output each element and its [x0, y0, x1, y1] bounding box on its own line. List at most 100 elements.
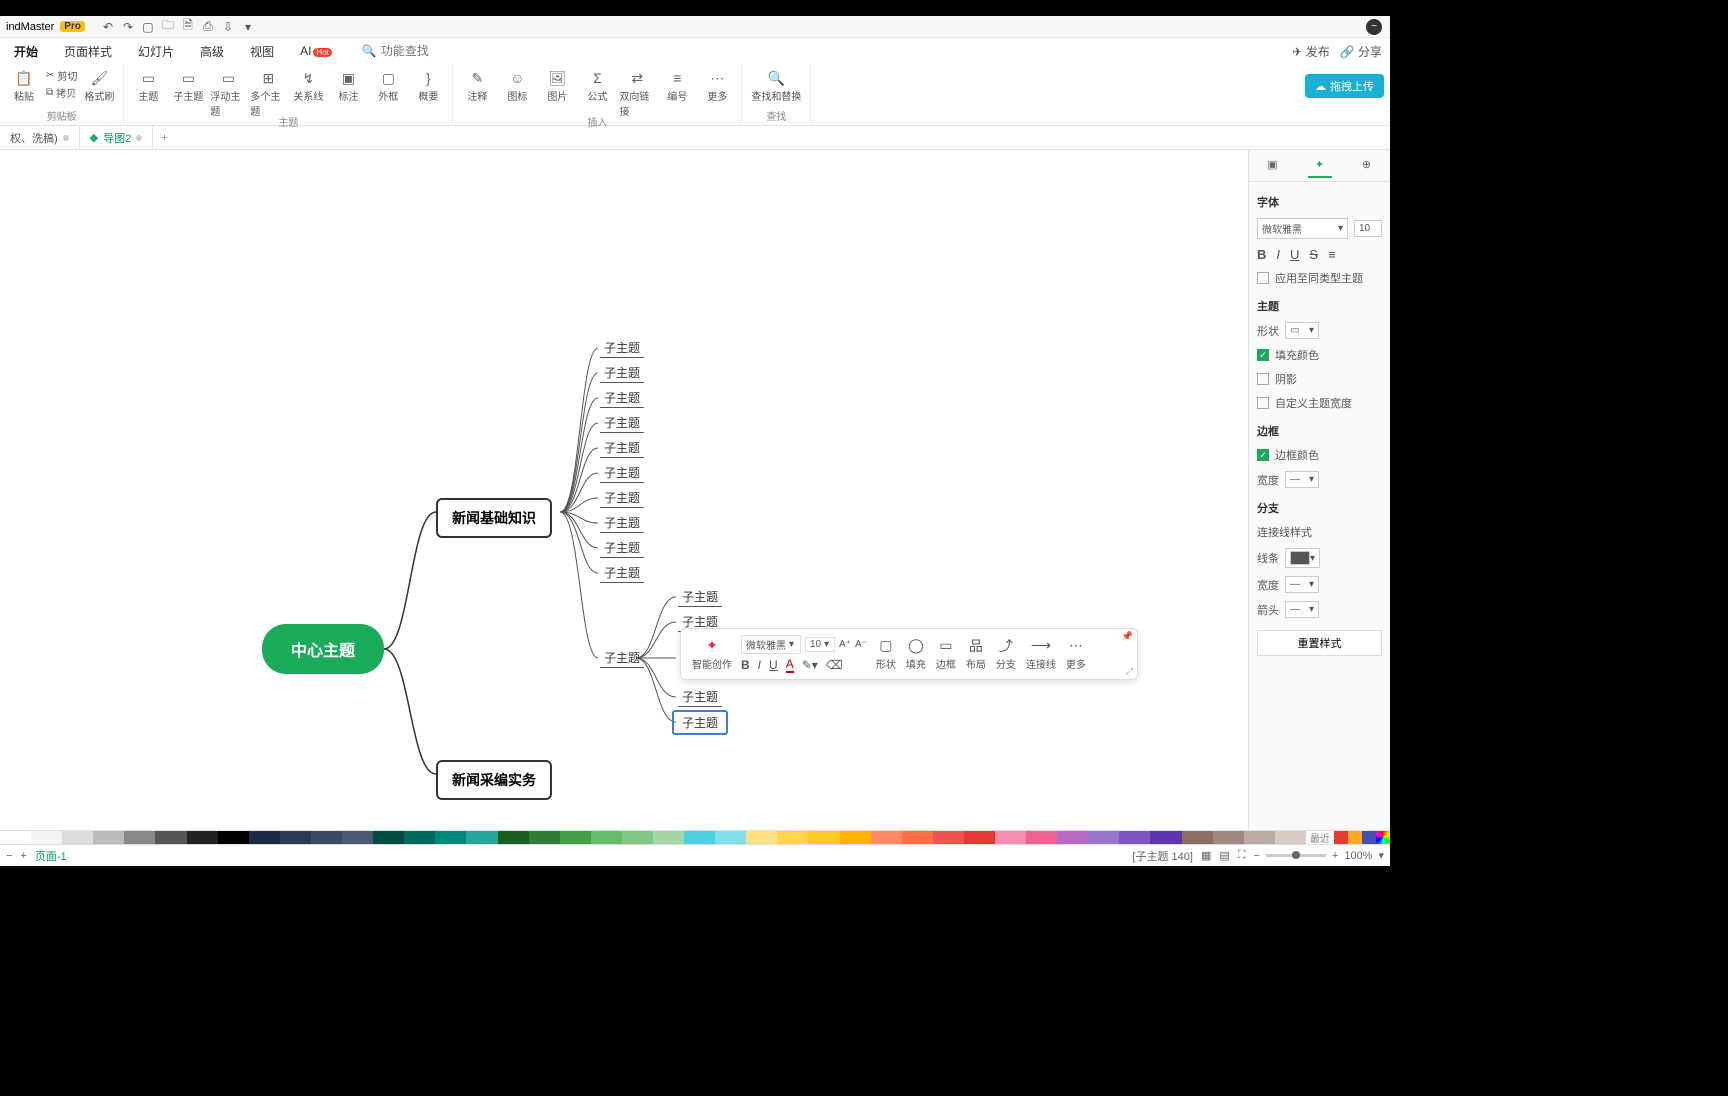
- prev-page-button[interactable]: −: [6, 850, 12, 862]
- share-button[interactable]: 🔗 分享: [1340, 43, 1382, 60]
- boundary-button[interactable]: ▢外框: [370, 68, 406, 103]
- shape-button[interactable]: ▢形状: [871, 629, 901, 679]
- multi-topic-button[interactable]: ⊞多个主题: [250, 68, 286, 118]
- border-color-check[interactable]: ✓: [1257, 449, 1269, 461]
- main-topic-1[interactable]: 新闻基础知识: [436, 498, 552, 538]
- tab-slides[interactable]: 幻灯片: [132, 41, 180, 62]
- panel-italic[interactable]: I: [1276, 247, 1280, 262]
- search-input[interactable]: [381, 44, 461, 58]
- zoom-dropdown-icon[interactable]: ▾: [1378, 849, 1384, 862]
- highlight-button[interactable]: ✎▾: [802, 658, 818, 672]
- find-replace-button[interactable]: 🔍查找和替换: [748, 68, 804, 103]
- font-shrink-button[interactable]: A⁻: [855, 639, 867, 650]
- upload-button[interactable]: ☁拖拽上传: [1305, 74, 1384, 98]
- export-icon[interactable]: ⇩: [219, 18, 237, 36]
- new-tab-button[interactable]: +: [153, 132, 175, 144]
- page-name[interactable]: 页面-1: [35, 848, 67, 864]
- connector-button[interactable]: ⟶连接线: [1021, 629, 1061, 679]
- zoom-out-button[interactable]: −: [1253, 850, 1259, 862]
- tab-start[interactable]: 开始: [8, 41, 44, 62]
- panel-font-select[interactable]: 微软雅黑▾: [1257, 218, 1348, 239]
- next-page-button[interactable]: +: [20, 850, 26, 862]
- more-insert-button[interactable]: ⋯更多: [699, 68, 735, 103]
- redo-icon[interactable]: ↷: [119, 18, 137, 36]
- font-select[interactable]: 微软雅黑▾: [741, 635, 801, 654]
- bold-button[interactable]: B: [741, 658, 750, 672]
- layout-button[interactable]: 品布局: [961, 629, 991, 679]
- zoom-slider[interactable]: [1266, 854, 1326, 857]
- panel-align[interactable]: ≡: [1328, 247, 1336, 262]
- subtopic[interactable]: 子主题: [600, 463, 644, 483]
- font-size-select[interactable]: 10▾: [805, 637, 835, 652]
- subtopic[interactable]: 子主题: [678, 687, 722, 707]
- tab-page-style[interactable]: 页面样式: [58, 41, 118, 62]
- cut-button[interactable]: ✂剪切: [46, 68, 77, 83]
- line-color-select[interactable]: ▾: [1285, 548, 1320, 568]
- subtopic[interactable]: 子主题: [600, 563, 644, 583]
- tab-view[interactable]: 视图: [244, 41, 280, 62]
- panel-bold[interactable]: B: [1257, 247, 1266, 262]
- new-icon[interactable]: ▢: [139, 18, 157, 36]
- zoom-value[interactable]: 100%: [1344, 850, 1372, 862]
- tab-advanced[interactable]: 高级: [194, 41, 230, 62]
- central-topic[interactable]: 中心主题: [262, 624, 384, 674]
- panel-tab-tag[interactable]: ⊕: [1355, 154, 1379, 178]
- expand-icon[interactable]: ⤢: [1126, 666, 1133, 677]
- subtopic[interactable]: 子主题: [600, 513, 644, 533]
- border-width-select[interactable]: —▾: [1285, 471, 1319, 488]
- number-button[interactable]: ≡编号: [659, 68, 695, 103]
- panel-tab-style[interactable]: ✦: [1308, 154, 1332, 178]
- border-button[interactable]: ▭边框: [931, 629, 961, 679]
- undo-icon[interactable]: ↶: [99, 18, 117, 36]
- subtopic-button[interactable]: ▭子主题: [170, 68, 206, 103]
- subtopic[interactable]: 子主题: [678, 587, 722, 607]
- doc-tab-1[interactable]: 权、洗稿): [0, 126, 80, 149]
- zoom-control[interactable]: − + 100% ▾: [1253, 849, 1384, 862]
- paste-button[interactable]: 📋粘贴: [6, 68, 42, 103]
- subtopic[interactable]: 子主题: [600, 538, 644, 558]
- save-icon[interactable]: 🗎: [179, 18, 197, 36]
- topic-button[interactable]: ▭主题: [130, 68, 166, 103]
- color-palette[interactable]: 最近: [0, 830, 1390, 844]
- shape-select[interactable]: ▭▾: [1285, 322, 1319, 339]
- font-color-button[interactable]: A: [786, 657, 794, 673]
- note-button[interactable]: ✎注释: [459, 68, 495, 103]
- zoom-in-button[interactable]: +: [1332, 850, 1338, 862]
- copy-button[interactable]: ⧉拷贝: [46, 85, 77, 100]
- panel-size-select[interactable]: 10: [1354, 220, 1382, 237]
- callout-button[interactable]: ▣标注: [330, 68, 366, 103]
- custom-width-check[interactable]: [1257, 397, 1269, 409]
- underline-button[interactable]: U: [769, 658, 778, 672]
- canvas[interactable]: 中心主题 新闻基础知识 新闻采编实务 子主题 子主题 子主题 子主题 子主题 子…: [0, 150, 1248, 830]
- italic-button[interactable]: I: [758, 658, 761, 672]
- format-painter-button[interactable]: 🖌格式刷: [81, 68, 117, 103]
- panel-strike[interactable]: S: [1309, 247, 1318, 262]
- fit-view-icon[interactable]: ⛶: [1238, 849, 1246, 862]
- outline-view-icon[interactable]: ▦: [1201, 849, 1211, 862]
- subtopic[interactable]: 子主题: [600, 363, 644, 383]
- qat-dropdown-icon[interactable]: ▾: [239, 18, 257, 36]
- tab-ai[interactable]: AIHot: [294, 42, 338, 60]
- subtopic[interactable]: 子主题: [600, 488, 644, 508]
- arrow-select[interactable]: —▾: [1285, 601, 1319, 618]
- summary-button[interactable]: }概要: [410, 68, 446, 103]
- branch-button[interactable]: ⤴分支: [991, 629, 1021, 679]
- panel-tab-page[interactable]: ▣: [1261, 154, 1285, 178]
- page-view-icon[interactable]: ▤: [1219, 849, 1229, 862]
- relationship-button[interactable]: ↯关系线: [290, 68, 326, 103]
- panel-underline[interactable]: U: [1290, 247, 1299, 262]
- doc-tab-2[interactable]: ◆导图2: [80, 126, 154, 149]
- reset-style-button[interactable]: 重置样式: [1257, 630, 1382, 656]
- subtopic-selected[interactable]: 子主题: [672, 710, 728, 735]
- clear-format-button[interactable]: ⌫: [826, 658, 843, 672]
- line-width-select[interactable]: —▾: [1285, 576, 1319, 593]
- subtopic[interactable]: 子主题: [600, 388, 644, 408]
- subtopic[interactable]: 子主题: [600, 648, 644, 668]
- hyperlink-button[interactable]: ⇄双向链接: [619, 68, 655, 118]
- fill-button[interactable]: ◯填充: [901, 629, 931, 679]
- more-button[interactable]: ⋯更多: [1061, 629, 1091, 679]
- image-button[interactable]: 🖼图片: [539, 68, 575, 103]
- subtopic[interactable]: 子主题: [600, 438, 644, 458]
- pin-icon[interactable]: 📌: [1122, 631, 1133, 642]
- open-icon[interactable]: 🗀: [159, 18, 177, 36]
